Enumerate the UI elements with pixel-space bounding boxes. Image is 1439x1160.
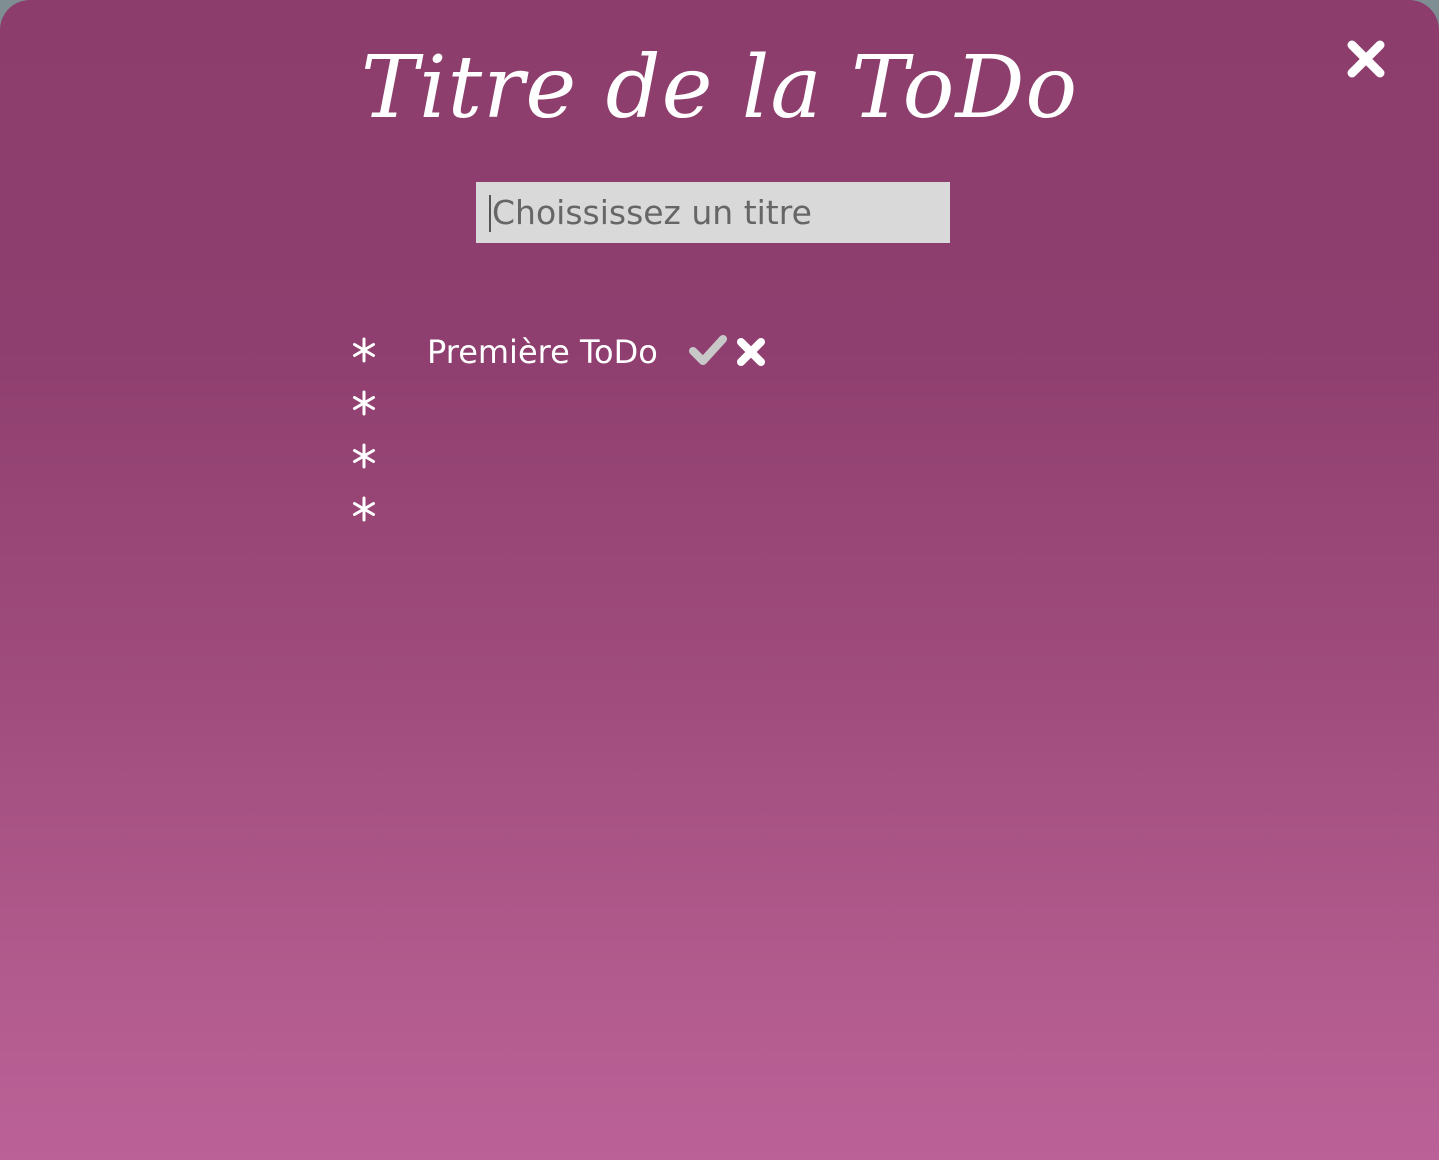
todo-item: Première ToDo <box>344 326 1044 379</box>
todo-list: Première ToDo <box>344 326 1044 538</box>
todo-item <box>344 485 1044 538</box>
complete-todo-button[interactable] <box>689 334 727 366</box>
modal-title: Titre de la ToDo <box>360 38 1079 138</box>
todo-item <box>344 432 1044 485</box>
todo-modal: Titre de la ToDo Première ToDo <box>0 0 1439 1160</box>
asterisk-bullet-icon <box>353 337 375 363</box>
title-input[interactable] <box>476 182 950 243</box>
check-icon <box>689 335 727 365</box>
todo-text: Première ToDo <box>427 333 658 371</box>
asterisk-bullet-icon <box>353 390 375 416</box>
text-cursor <box>489 195 491 232</box>
delete-todo-button[interactable] <box>734 335 768 369</box>
todo-item <box>344 379 1044 432</box>
asterisk-bullet-icon <box>353 443 375 469</box>
delete-icon <box>737 338 765 366</box>
asterisk-bullet-icon <box>353 496 375 522</box>
